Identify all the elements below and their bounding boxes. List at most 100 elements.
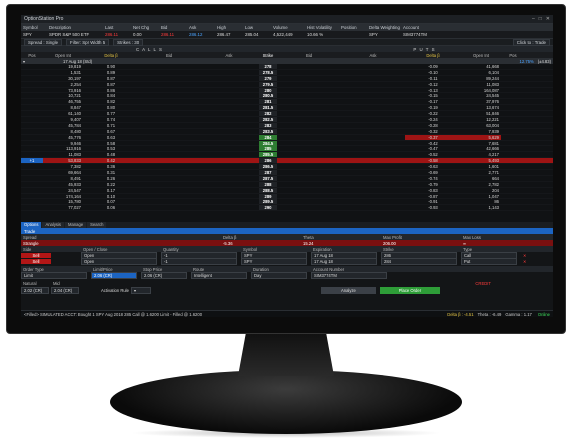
summary-value: 206.00 [383,240,396,246]
call-open-interest: 15,780 [68,199,81,205]
put-open-interest: 11,083 [486,81,500,87]
order-field[interactable]: 2.06 (CR) [91,271,137,279]
quote-value: 286.47 [217,32,231,37]
remove-leg-icon[interactable]: ✕ [521,253,529,258]
mid-price[interactable]: 2.04 (CR) [51,287,79,294]
quote-value[interactable]: SPY [367,32,401,37]
summary-header: Max Loss [463,234,481,240]
leg-field[interactable]: Put [461,257,517,265]
order-field[interactable]: Intelligent [191,271,247,279]
trade-panel: Trade Spread Delta β Theta Max Profit Max Lo… [21,228,553,317]
quote-header: Symbol [23,25,38,30]
quote-value: SPDR S&P 500 ETF [49,32,90,37]
activation-rule-select[interactable]: ▾ [130,287,151,294]
call-delta: 0.84 [106,93,116,99]
put-delta: -0.10 [428,69,438,75]
put-open-interest: 24,545 [486,93,499,99]
filter-selector[interactable]: Filter: Spr Width 5 [66,38,110,46]
strike-price: 286.5 [259,164,277,170]
strike-price: 288 [259,181,277,187]
call-open-interest: 11,083 [68,152,82,158]
puts-label: P U T S [413,46,436,52]
strike-price: 278.5 [259,69,277,75]
call-open-interest: 61,140 [68,111,81,117]
call-column-header: Bid [165,52,173,58]
put-column-header: Ask [369,52,377,58]
quote-value: 286.11 [161,32,175,37]
put-open-interest: 89,244 [486,75,499,81]
maximize-icon[interactable]: □ [539,16,542,22]
close-icon[interactable]: ✕ [546,16,550,22]
put-open-interest: 37,976 [486,99,499,105]
quote-value[interactable]: SPY [21,32,47,37]
strike-price: 283.5 [259,128,277,134]
put-delta: -0.79 [428,181,438,187]
put-delta: -0.15 [428,93,438,99]
put-delta: -0.58 [428,158,438,164]
leg-header: Side [23,246,32,252]
strike-price: 287 [259,169,277,175]
put-delta: -0.47 [428,146,438,152]
strikes-selector[interactable]: Strikes : 30 [113,38,144,46]
put-delta: -0.52 [428,152,438,158]
call-open-interest: 45,933 [68,181,81,187]
status-gamma: Gamma : 1.17 [505,311,532,317]
put-delta: -0.17 [428,99,438,105]
put-delta: -0.69 [428,169,438,175]
trade-summary-headers: Spread Delta β Theta Max Profit Max Loss [21,234,553,240]
order-field[interactable]: Day [251,271,307,279]
put-open-interest: 86 [494,199,499,205]
call-delta: 0.26 [106,175,116,181]
put-delta: -0.09 [428,64,438,69]
strike-price: 283 [259,122,277,128]
call-delta: 0.07 [106,199,116,205]
strike-price: 284.5 [259,140,277,146]
minimize-icon[interactable]: – [532,16,535,22]
spread-selector[interactable]: Spread : Single [24,38,63,46]
put-delta: -0.42 [428,140,438,146]
remove-leg-icon[interactable]: ✕ [521,259,529,264]
call-delta: 0.22 [106,181,116,187]
put-open-interest: 63,004 [486,122,499,128]
call-delta: 0.06 [106,205,116,211]
put-open-interest: 5,629 [461,134,501,140]
leg-field[interactable]: SPY [241,257,307,265]
leg-field[interactable]: 17 Aug 18 [311,257,377,265]
leg-field[interactable]: 284 [381,257,457,265]
call-delta: 0.63 [106,134,116,140]
put-delta: -0.19 [428,105,438,111]
order-values: Limit 2.06 (CR) 2.06 (CR) Intelligent Day SIM… [21,271,553,279]
leg-field[interactable]: Open [81,257,157,265]
place-order-button[interactable]: Place Order [379,287,440,294]
leg-field[interactable]: Sell [21,252,51,258]
chain-row[interactable]: 77,027 0.06 290 -0.93 1,143 [21,205,553,212]
call-open-interest: 7,382 [70,164,81,170]
put-delta: -0.74 [428,175,438,181]
leg-field[interactable]: Sell [21,258,51,264]
put-column-header: Pos [509,52,517,58]
leg-field[interactable]: -1 [161,257,237,265]
call-open-interest: 30,197 [68,75,81,81]
analyze-button[interactable]: Analyze [320,287,376,294]
click-to-selector[interactable]: Click to : Trade [512,38,550,46]
put-delta: -0.93 [428,205,438,211]
quote-header: Ask [189,25,197,30]
summary-header: Max Profit [383,234,402,240]
put-column-header: Delta β [426,52,440,58]
order-field[interactable]: Limit [21,271,87,279]
expiration-iv: 12.75% [519,58,534,64]
call-open-interest: 113,916 [66,146,81,152]
quote-value[interactable]: SIM3774TM [401,32,441,37]
put-open-interest: 5,493 [488,158,499,164]
order-field[interactable]: 2.06 (CR) [141,271,187,279]
title-bar: OptionStation Pro – □ ✕ [21,15,553,24]
status-theta: Theta : -6.49 [477,311,502,317]
quote-value: 10.66 % [307,32,324,37]
quote-value: 286.12 [189,32,203,37]
order-field[interactable]: SIM3774TM [311,271,387,279]
call-open-interest: 24,547 [68,187,81,193]
natural-price[interactable]: 2.02 (CR) [21,287,49,294]
quote-header: Bid [161,25,168,30]
app-window: OptionStation Pro – □ ✕ Symbol Descriptio… [21,15,553,317]
call-open-interest: 45,776 [68,134,81,140]
